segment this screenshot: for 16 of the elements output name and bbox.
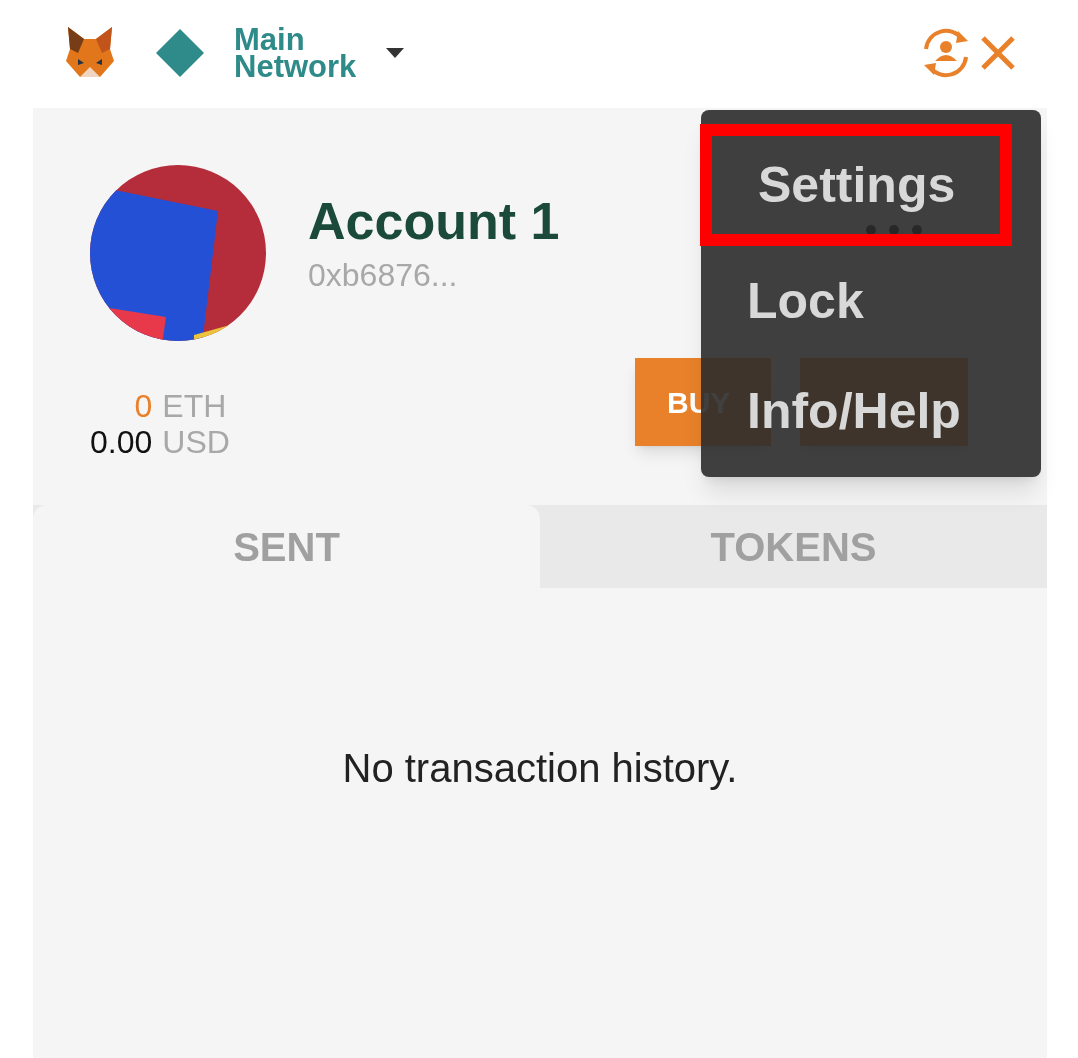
eth-amount: 0 xyxy=(133,388,153,424)
currency-label: USD xyxy=(162,424,230,460)
network-name: Network xyxy=(234,52,357,80)
diamond-icon xyxy=(154,26,206,79)
account-name: Account 1 xyxy=(308,191,560,251)
menu-item[interactable]: Settings xyxy=(700,124,1012,246)
menu-item[interactable]: Lock xyxy=(701,246,1001,356)
empty-message: No transaction history. xyxy=(342,745,738,792)
currency-label: ETH xyxy=(162,388,228,424)
close-icon[interactable] xyxy=(980,34,1016,71)
account-address: 0xb6876... xyxy=(308,256,459,295)
menu-item[interactable]: Info/Help xyxy=(701,356,1001,466)
network-name: Main xyxy=(234,25,305,53)
usd-amount: 0.00 xyxy=(90,424,153,460)
network-selector[interactable]: Main Network xyxy=(234,25,405,80)
caret-icon xyxy=(386,47,405,58)
